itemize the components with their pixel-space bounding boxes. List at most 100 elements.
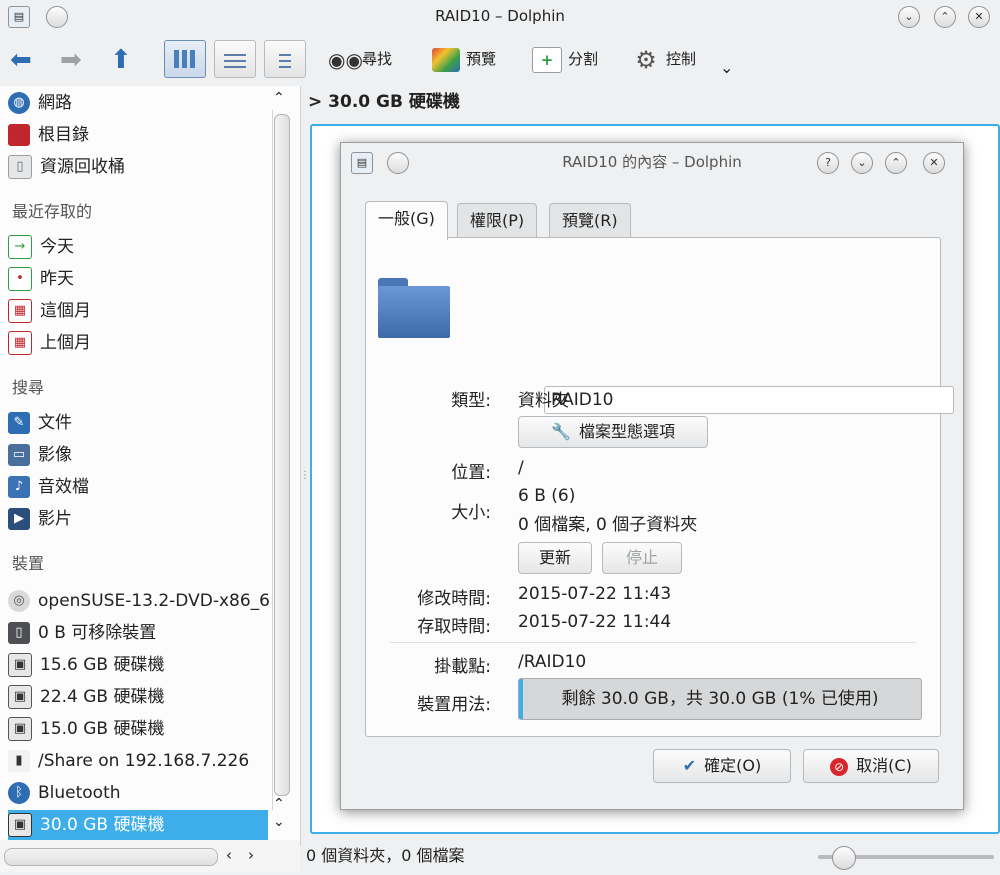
splitter-handle-icon[interactable]: ⋮ <box>300 470 310 481</box>
sidebar-heading-recent: 最近存取的 <box>12 202 93 221</box>
properties-dialog: RAID10 的內容 – Dolphin ▤ ? ⌄ ⌃ ✕ 一般(G) 權限(… <box>340 142 964 810</box>
window-title: RAID10 – Dolphin <box>435 7 565 25</box>
checkmark-icon: ✔ <box>682 756 697 775</box>
file-type-options-button[interactable]: 🔧 檔案型態選項 <box>518 416 708 448</box>
audio-icon: ♪ <box>8 476 30 498</box>
icons-view-icon <box>174 50 196 68</box>
dialog-maximize-button[interactable]: ⌃ <box>885 152 907 174</box>
sidebar-item-drive-15-0[interactable]: ▣ 15.0 GB 硬碟機 <box>8 714 270 744</box>
bluetooth-icon: ᛒ <box>8 782 30 804</box>
calendar-yesterday-icon: • <box>8 267 32 291</box>
cancel-button[interactable]: ⊘ 取消(C) <box>803 749 939 783</box>
sidebar-item-removable[interactable]: ▯ 0 B 可移除裝置 <box>8 618 270 648</box>
mount-point-value: /RAID10 <box>518 652 587 672</box>
sidebar-item-network-share[interactable]: ▮/Share on 192.168.7.226 <box>8 746 270 776</box>
sidebar-heading-search: 搜尋 <box>12 378 45 397</box>
scroll-up-icon[interactable]: ⌃ <box>273 90 285 106</box>
compact-view-icon <box>224 50 246 68</box>
zoom-slider-handle[interactable] <box>832 846 856 870</box>
help-button[interactable]: ? <box>817 152 839 174</box>
up-button[interactable]: ⬆ <box>110 34 132 86</box>
dialog-pin-icon[interactable] <box>387 152 409 174</box>
video-icon: ▶ <box>8 508 30 530</box>
type-label: 類型: <box>451 391 491 411</box>
type-value: 資料夾 <box>518 391 569 411</box>
tab-preview[interactable]: 預覽(R) <box>549 203 631 238</box>
size-label: 大小: <box>451 503 491 523</box>
sidebar-item-documents[interactable]: ✎ 文件 <box>8 408 270 438</box>
scroll-down-icon[interactable]: ⌄ <box>273 814 285 830</box>
gear-icon: ⚙ <box>635 45 657 74</box>
hard-drive-icon: ▣ <box>8 653 32 677</box>
sidebar-item-images[interactable]: ▭ 影像 <box>8 440 270 470</box>
find-button[interactable]: ◉◉尋找 <box>328 44 392 74</box>
location-label: 位置: <box>451 463 491 483</box>
cancel-icon: ⊘ <box>830 757 849 776</box>
icons-view-button[interactable] <box>164 40 206 78</box>
sidebar-item-dvd[interactable]: ◎ openSUSE-13.2-DVD-x86_6 <box>8 586 270 616</box>
sidebar-item-this-month[interactable]: ▦ 這個月 <box>8 296 270 326</box>
sidebar-item-drive-30-0[interactable]: ▣ 30.0 GB 硬碟機 <box>8 810 268 840</box>
main-toolbar <box>0 34 1000 86</box>
folder-icon[interactable] <box>378 278 450 338</box>
removable-drive-icon: ▯ <box>8 622 30 644</box>
sidebar-item-drive-15-6[interactable]: ▣ 15.6 GB 硬碟機 <box>8 650 270 680</box>
back-button[interactable]: ⬅ <box>10 34 32 86</box>
images-icon: ▭ <box>8 444 30 466</box>
dialog-minimize-button[interactable]: ⌄ <box>851 152 873 174</box>
general-tab-panel: RAID10 類型: 資料夾 🔧 檔案型態選項 位置: / 大小: 6 B (6)… <box>365 237 954 737</box>
hard-drive-icon: ▣ <box>8 685 32 709</box>
device-usage-text: 剩餘 30.0 GB，共 30.0 GB (1% 已使用) <box>561 689 879 709</box>
sidebar-item-root[interactable]: 根目錄 <box>8 120 270 150</box>
sidebar-item-today[interactable]: → 今天 <box>8 232 270 262</box>
maximize-button[interactable]: ⌃ <box>934 6 956 28</box>
dialog-app-icon[interactable]: ▤ <box>351 152 373 174</box>
close-button[interactable]: ✕ <box>968 6 990 28</box>
accessed-value: 2015-07-22 11:44 <box>518 612 672 632</box>
tab-permissions[interactable]: 權限(P) <box>457 203 538 238</box>
minimize-button[interactable]: ⌄ <box>898 6 920 28</box>
location-value: / <box>518 458 524 478</box>
sidebar-item-trash[interactable]: ▯ 資源回收桶 <box>8 152 270 182</box>
root-folder-icon <box>8 124 30 146</box>
sidebar-item-bluetooth[interactable]: ᛒ Bluetooth <box>8 778 270 808</box>
horizontal-scroll-thumb[interactable] <box>4 848 218 866</box>
refresh-button[interactable]: 更新 <box>518 542 592 574</box>
network-share-icon: ▮ <box>8 750 30 772</box>
tab-general[interactable]: 一般(G) <box>365 201 448 240</box>
sidebar-item-audio[interactable]: ♪ 音效檔 <box>8 472 270 502</box>
split-button[interactable]: + 分割 <box>532 44 598 74</box>
scroll-right-icon[interactable]: › <box>248 846 254 864</box>
details-view-button[interactable] <box>264 40 306 78</box>
control-button[interactable]: ⚙ 控制 <box>632 44 696 74</box>
breadcrumb[interactable]: > 30.0 GB 硬碟機 <box>308 88 460 116</box>
binoculars-icon: ◉◉ <box>328 47 363 72</box>
stop-button[interactable]: 停止 <box>602 542 682 574</box>
network-icon: ◍ <box>8 92 30 114</box>
device-usage-bar: 剩餘 30.0 GB，共 30.0 GB (1% 已使用) <box>518 678 922 720</box>
breadcrumb-arrow-icon: > <box>308 92 323 112</box>
scroll-left-icon[interactable]: ‹ <box>226 846 232 864</box>
sidebar-item-video[interactable]: ▶ 影片 <box>8 504 270 534</box>
hard-drive-icon: ▣ <box>8 717 32 741</box>
sidebar-scroll-thumb[interactable] <box>274 114 290 796</box>
preview-icon <box>432 47 460 72</box>
calendar-month-icon: ▦ <box>8 299 32 323</box>
folder-name-input[interactable]: RAID10 <box>544 386 954 414</box>
sidebar-item-network[interactable]: ◍ 網路 <box>8 88 270 118</box>
forward-button[interactable]: ➡ <box>60 34 82 86</box>
accessed-label: 存取時間: <box>417 617 491 637</box>
wrench-icon: 🔧 <box>551 422 571 441</box>
optical-disc-icon: ◎ <box>8 590 30 612</box>
compact-view-button[interactable] <box>214 40 256 78</box>
preview-button[interactable]: 預覽 <box>432 44 496 74</box>
ok-button[interactable]: ✔ 確定(O) <box>653 749 791 783</box>
calendar-today-icon: → <box>8 235 32 259</box>
sidebar-item-last-month[interactable]: ▦ 上個月 <box>8 328 270 358</box>
dialog-close-button[interactable]: ✕ <box>923 152 945 174</box>
scroll-up-icon[interactable]: ⌃ <box>273 796 285 812</box>
sidebar-item-drive-22-4[interactable]: ▣ 22.4 GB 硬碟機 <box>8 682 270 712</box>
toolbar-overflow-chevron[interactable]: ⌄ <box>720 58 733 77</box>
sidebar-item-yesterday[interactable]: • 昨天 <box>8 264 270 294</box>
breadcrumb-label: 30.0 GB 硬碟機 <box>328 92 460 112</box>
